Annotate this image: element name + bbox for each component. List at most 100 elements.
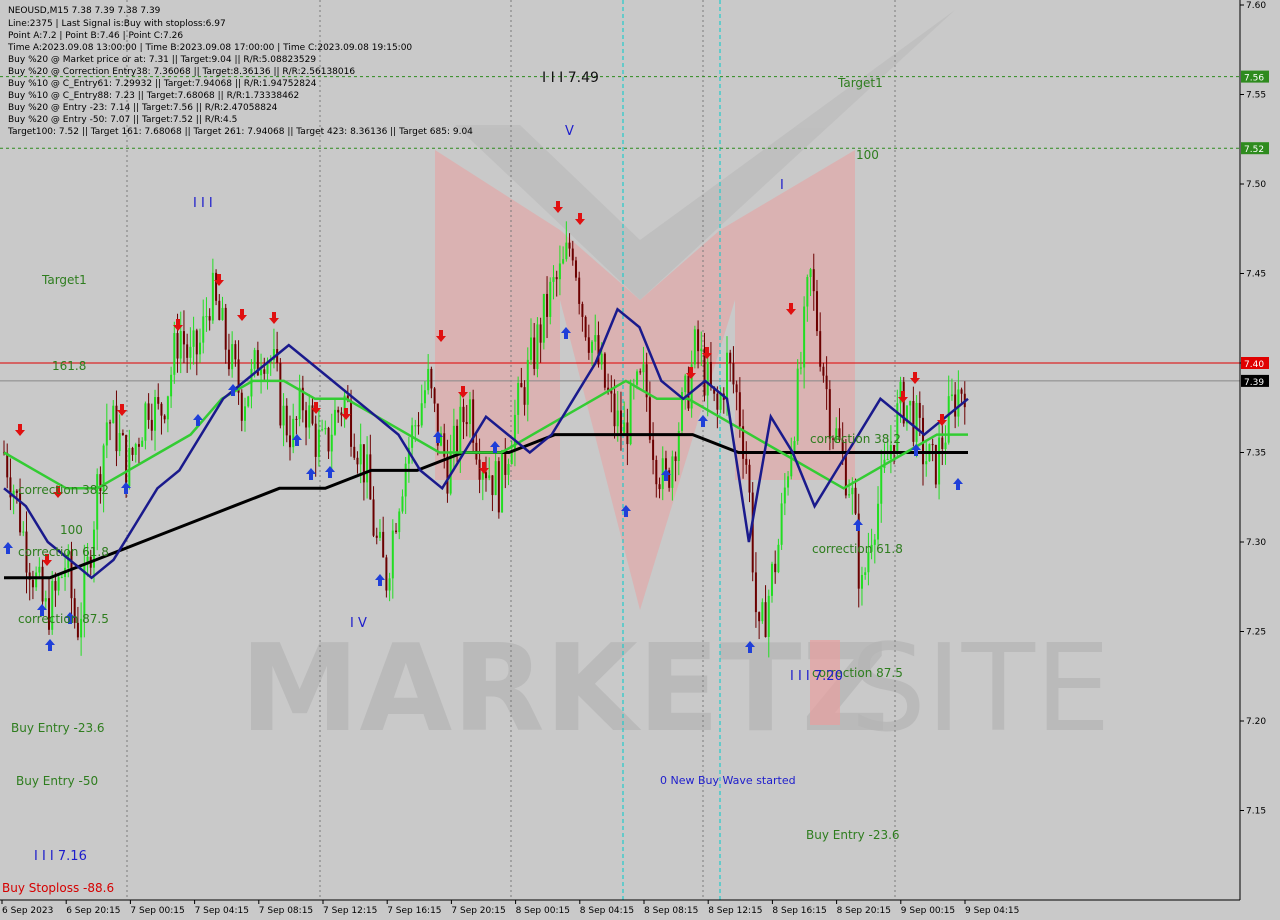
correction-618-right-label: correction 61.8 — [812, 542, 903, 556]
candle-body — [234, 344, 237, 360]
time-tick-label: 7 Sep 12:15 — [323, 906, 377, 916]
candle-body — [240, 392, 243, 421]
info-line: Target100: 7.52 || Target 161: 7.68068 |… — [7, 127, 473, 137]
candle-body — [636, 371, 639, 385]
candle-body — [501, 450, 504, 513]
candle-body — [247, 396, 250, 407]
candle-body — [41, 566, 44, 602]
candle-body — [199, 342, 202, 355]
candle-body — [738, 392, 741, 427]
chart-window: MARKETZ SITE NEOUSD,M15 7.38 7.39 7.38 7… — [0, 0, 1280, 920]
candle-body — [414, 425, 417, 427]
candle-body — [375, 535, 378, 538]
candle-body — [960, 389, 963, 394]
candle-body — [359, 444, 362, 465]
candle-body — [468, 399, 471, 425]
candle-body — [491, 475, 494, 496]
candle-body — [31, 579, 34, 588]
watermark-text-left: MARKETZ — [240, 620, 889, 759]
candle-body — [822, 366, 825, 376]
watermark-text-right: SITE — [850, 620, 1111, 759]
price-tick-label: 7.45 — [1246, 270, 1266, 280]
price-tick-label: 7.50 — [1246, 180, 1266, 190]
candle-body — [134, 444, 137, 455]
time-tick-label: 7 Sep 00:15 — [130, 906, 184, 916]
candle-body — [118, 433, 121, 452]
info-line: Buy %10 @ C_Entry61: 7.29932 || Target:7… — [8, 79, 317, 89]
candle-body — [523, 387, 526, 405]
candle-body — [356, 457, 359, 465]
candle-body — [459, 406, 462, 455]
candle-body — [417, 425, 420, 427]
time-tick-label: 9 Sep 00:15 — [901, 906, 955, 916]
candle-body — [385, 557, 388, 591]
candle-body — [574, 260, 577, 278]
candle-body — [568, 242, 571, 249]
candle-body — [754, 572, 757, 613]
candle-body — [308, 405, 311, 428]
candle-body — [726, 352, 728, 400]
candle-body — [909, 401, 912, 406]
candle-body — [35, 572, 38, 588]
candle-body — [809, 269, 812, 278]
candle-body — [224, 307, 227, 350]
wave-i-label: I — [780, 178, 784, 193]
candle-body — [166, 396, 169, 420]
candle-body — [395, 530, 398, 533]
buy-entry-50-left-label: Buy Entry -50 — [16, 774, 98, 788]
candle-body — [761, 602, 764, 622]
candle-body — [115, 405, 118, 452]
price-tick-label: 7.20 — [1246, 717, 1266, 727]
correction-382-left-label: correction 38.2 — [18, 483, 109, 497]
candle-body — [195, 330, 198, 355]
candle-body — [105, 422, 108, 446]
candle-body — [854, 487, 857, 514]
candle-body — [456, 425, 459, 455]
candle-body — [179, 331, 182, 359]
candle-body — [806, 277, 809, 307]
wave-720-label: I I I 7.20 — [790, 669, 843, 684]
candle-body — [317, 429, 320, 457]
info-line: Time A:2023.09.08 13:00:00 | Time B:2023… — [7, 43, 412, 53]
candle-body — [565, 242, 568, 260]
candle-body — [182, 331, 185, 345]
candle-body — [44, 598, 47, 602]
candle-body — [231, 344, 234, 370]
candle-body — [260, 369, 263, 376]
info-line: Buy %20 @ Market price or at: 7.31 || Ta… — [8, 55, 316, 65]
candle-body — [427, 368, 430, 391]
candle-body — [382, 531, 385, 558]
candle-body — [880, 468, 883, 504]
symbol-line: NEOUSD,M15 7.38 7.39 7.38 7.39 — [8, 6, 161, 16]
candle-body — [378, 531, 381, 538]
time-tick-label: 8 Sep 00:15 — [516, 906, 570, 916]
time-tick-label: 8 Sep 20:15 — [837, 906, 891, 916]
candle-body — [19, 492, 22, 533]
candle-body — [693, 329, 696, 365]
candle-body — [391, 530, 394, 579]
candle-body — [478, 459, 481, 480]
candle-body — [815, 291, 818, 332]
time-tick-label: 7 Sep 04:15 — [195, 906, 249, 916]
price-tick-label: 7.30 — [1246, 538, 1266, 548]
candle-body — [735, 384, 738, 393]
candle-body — [658, 484, 661, 490]
time-tick-label: 6 Sep 20:15 — [66, 906, 120, 916]
candle-body — [944, 442, 947, 449]
candle-body — [176, 333, 179, 359]
candle-body — [812, 269, 815, 292]
candle-body — [697, 329, 700, 352]
price-tick-label: 7.15 — [1246, 807, 1266, 817]
candle-body — [497, 461, 500, 513]
candle-body — [941, 437, 944, 449]
correction-618-left-label: correction 61.8 — [18, 545, 109, 559]
candle-body — [687, 375, 690, 409]
price-axis: 7.60 7.55 7.50 7.45 7.40 7.35 7.30 7.25 7.20 7.15 — [1240, 1, 1266, 817]
time-tick-label: 6 Sep 2023 — [2, 906, 53, 916]
candle-body — [931, 444, 934, 446]
price-badge-label: 7.39 — [1244, 378, 1264, 388]
info-line: Line:2375 | Last Signal is:Buy with stop… — [8, 19, 226, 29]
correction-875-left-label: correction 87.5 — [18, 612, 109, 626]
candle-body — [642, 364, 645, 373]
time-tick-label: 7 Sep 16:15 — [387, 906, 441, 916]
